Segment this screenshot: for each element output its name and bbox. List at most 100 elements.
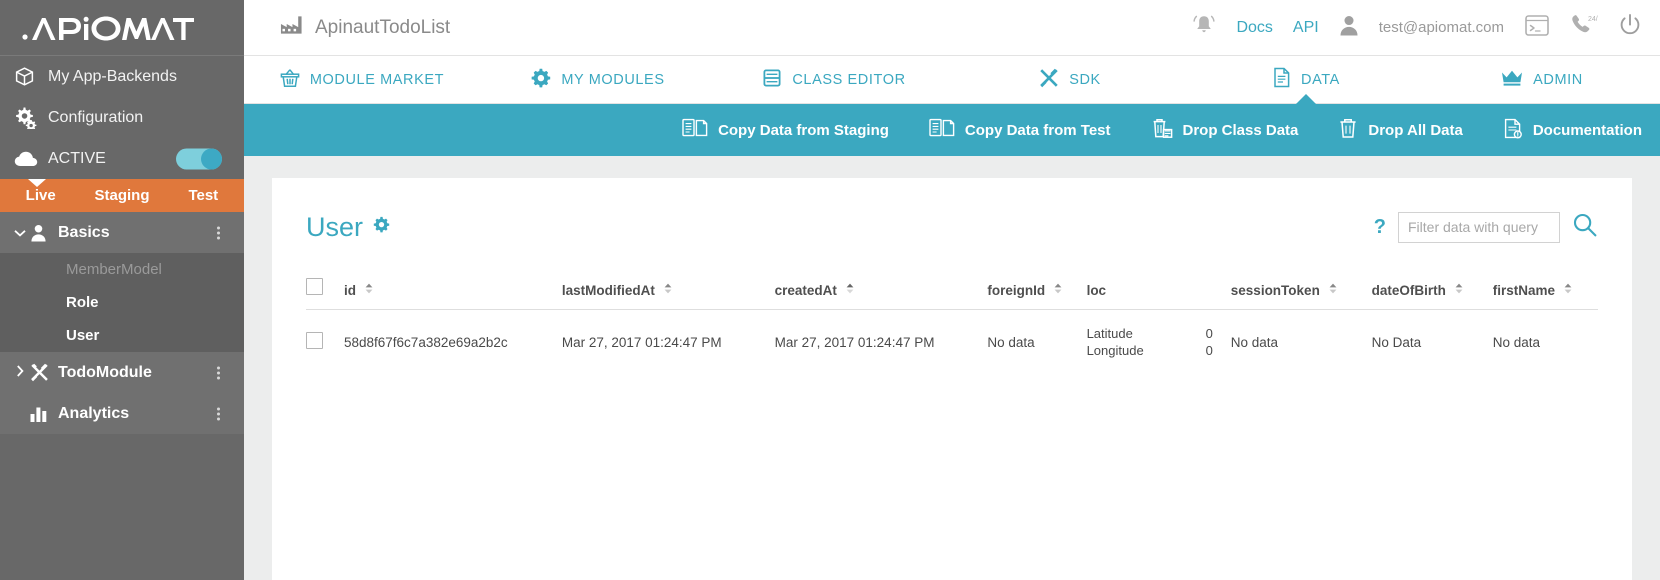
logo-area[interactable] xyxy=(0,0,244,56)
class-editor-icon xyxy=(762,68,782,92)
cell-loc: Latitude 0 Longitude 0 xyxy=(1087,310,1231,375)
sidebar-item-active[interactable]: ACTIVE xyxy=(0,138,244,179)
cell-foreignid: No data xyxy=(987,334,1035,350)
header-foreignid[interactable]: foreignId xyxy=(987,278,1087,310)
sort-icon[interactable] xyxy=(1329,282,1337,297)
cube-icon xyxy=(14,66,48,87)
filter-input[interactable] xyxy=(1398,211,1560,243)
header-id[interactable]: id xyxy=(344,278,562,310)
header-createdat[interactable]: createdAt xyxy=(774,278,988,310)
nav-data[interactable]: DATA xyxy=(1188,56,1424,105)
table-head: id lastModifiedAt createdAt foreignId lo… xyxy=(306,278,1598,310)
toolbar-label: Copy Data from Staging xyxy=(718,121,889,139)
tree-group-analytics[interactable]: Analytics xyxy=(0,393,244,434)
factory-icon xyxy=(280,15,303,40)
sort-icon[interactable] xyxy=(1054,282,1062,297)
tree-children-basics: MemberModel Role User xyxy=(0,253,244,352)
env-tab-test[interactable]: Test xyxy=(163,179,244,212)
docs-link[interactable]: Docs xyxy=(1236,19,1272,37)
header-dateofbirth[interactable]: dateOfBirth xyxy=(1371,278,1493,310)
tree-group-basics[interactable]: Basics xyxy=(0,212,244,253)
card-header: User ? xyxy=(306,204,1598,250)
nav-admin[interactable]: ADMIN xyxy=(1424,56,1660,104)
nav-my-modules[interactable]: MY MODULES xyxy=(480,56,716,104)
person-icon xyxy=(30,224,58,242)
loc-latitude-label: Latitude xyxy=(1086,326,1133,341)
env-tab-staging[interactable]: Staging xyxy=(81,179,162,212)
chevron-down-icon[interactable] xyxy=(10,225,30,240)
document-icon xyxy=(1272,67,1291,92)
copy-documents-icon xyxy=(682,118,708,142)
cell-createdat: Mar 27, 2017 01:24:47 PM xyxy=(774,334,935,350)
copy-data-from-staging-button[interactable]: Copy Data from Staging xyxy=(682,118,889,142)
tree-group-menu-icon[interactable] xyxy=(217,366,220,379)
select-all-checkbox[interactable] xyxy=(306,278,323,295)
nav-label: ADMIN xyxy=(1533,71,1583,88)
row-checkbox-cell xyxy=(306,310,344,375)
tree-group-menu-icon[interactable] xyxy=(217,226,220,239)
sidebar-item-my-app-backends[interactable]: My App-Backends xyxy=(0,56,244,97)
backend-title[interactable]: ApinautTodoList xyxy=(280,15,450,40)
tree-group-menu-icon[interactable] xyxy=(217,407,220,420)
table-header-row: id lastModifiedAt createdAt foreignId lo… xyxy=(306,278,1598,310)
cloud-icon xyxy=(14,150,48,168)
table-row[interactable]: 58d8f67f6c7a382e69a2b2c Mar 27, 2017 01:… xyxy=(306,310,1598,375)
sort-icon[interactable] xyxy=(1455,282,1463,297)
drop-all-data-button[interactable]: Drop All Data xyxy=(1338,118,1463,143)
header-label: sessionToken xyxy=(1230,283,1320,298)
doc-info-icon xyxy=(1503,118,1523,143)
page-title: User xyxy=(306,211,364,242)
chart-icon xyxy=(30,405,58,423)
copy-data-from-test-button[interactable]: Copy Data from Test xyxy=(929,118,1111,142)
header-label: lastModifiedAt xyxy=(561,283,655,298)
env-tab-live[interactable]: Live xyxy=(0,179,81,212)
sidebar: My App-Backends Configuration ACTIVE Liv… xyxy=(0,0,244,580)
crown-icon xyxy=(1501,69,1523,91)
header-firstname[interactable]: firstName xyxy=(1492,278,1598,310)
sort-icon[interactable] xyxy=(664,282,672,297)
nav-class-editor[interactable]: CLASS EDITOR xyxy=(716,56,952,104)
tree-item-role[interactable]: Role xyxy=(0,286,244,319)
documentation-button[interactable]: Documentation xyxy=(1503,118,1642,143)
sidebar-item-label: ACTIVE xyxy=(48,149,106,167)
tree-group-label: TodoModule xyxy=(58,363,152,381)
header-label: id xyxy=(344,283,356,298)
sort-icon[interactable] xyxy=(846,282,854,297)
search-icon[interactable] xyxy=(1572,212,1598,243)
sidebar-item-label: Configuration xyxy=(48,108,144,126)
drop-class-data-button[interactable]: Drop Class Data xyxy=(1151,118,1298,143)
api-link[interactable]: API xyxy=(1293,19,1319,37)
sort-icon[interactable] xyxy=(365,282,373,297)
header-lastmodifiedat[interactable]: lastModifiedAt xyxy=(561,278,775,310)
loc-longitude-label: Longitude xyxy=(1086,343,1144,358)
nav-sdk[interactable]: SDK xyxy=(952,56,1188,104)
help-icon[interactable]: ? xyxy=(1374,216,1386,239)
toolbar-label: Drop All Data xyxy=(1368,121,1463,139)
cell-firstname: No data xyxy=(1492,334,1541,350)
gear-icon[interactable] xyxy=(373,216,390,238)
sort-icon[interactable] xyxy=(1564,282,1572,297)
terminal-icon[interactable] xyxy=(1524,13,1550,42)
nav-module-market[interactable]: MODULE MARKET xyxy=(244,56,480,104)
sidebar-item-configuration[interactable]: Configuration xyxy=(0,97,244,138)
tree-group-todomodule[interactable]: TodoModule xyxy=(0,352,244,393)
header-sessiontoken[interactable]: sessionToken xyxy=(1230,278,1372,310)
tools-icon xyxy=(30,363,58,382)
chevron-right-icon[interactable] xyxy=(10,365,30,380)
row-checkbox[interactable] xyxy=(306,332,323,349)
power-icon[interactable] xyxy=(1618,13,1642,42)
user-email: test@apiomat.com xyxy=(1378,19,1504,36)
data-toolbar: Copy Data from Staging Copy Data from Te… xyxy=(244,104,1660,156)
header-label: firstName xyxy=(1492,283,1556,298)
phone-247-icon[interactable]: 24/7 xyxy=(1570,13,1602,42)
copy-documents-icon xyxy=(929,118,955,142)
tree-group-label: Analytics xyxy=(58,404,130,422)
loc-longitude-value: 0 xyxy=(1205,343,1213,358)
sidebar-item-label: My App-Backends xyxy=(48,67,177,85)
topbar-right: Docs API test@apiomat.com 24/ xyxy=(1172,13,1660,42)
tree-item-membermodel[interactable]: MemberModel xyxy=(0,253,244,286)
active-toggle[interactable] xyxy=(176,148,222,169)
bell-icon[interactable] xyxy=(1192,13,1216,42)
tree-item-user[interactable]: User xyxy=(0,319,244,352)
svg-text:24/7: 24/7 xyxy=(1588,16,1598,23)
